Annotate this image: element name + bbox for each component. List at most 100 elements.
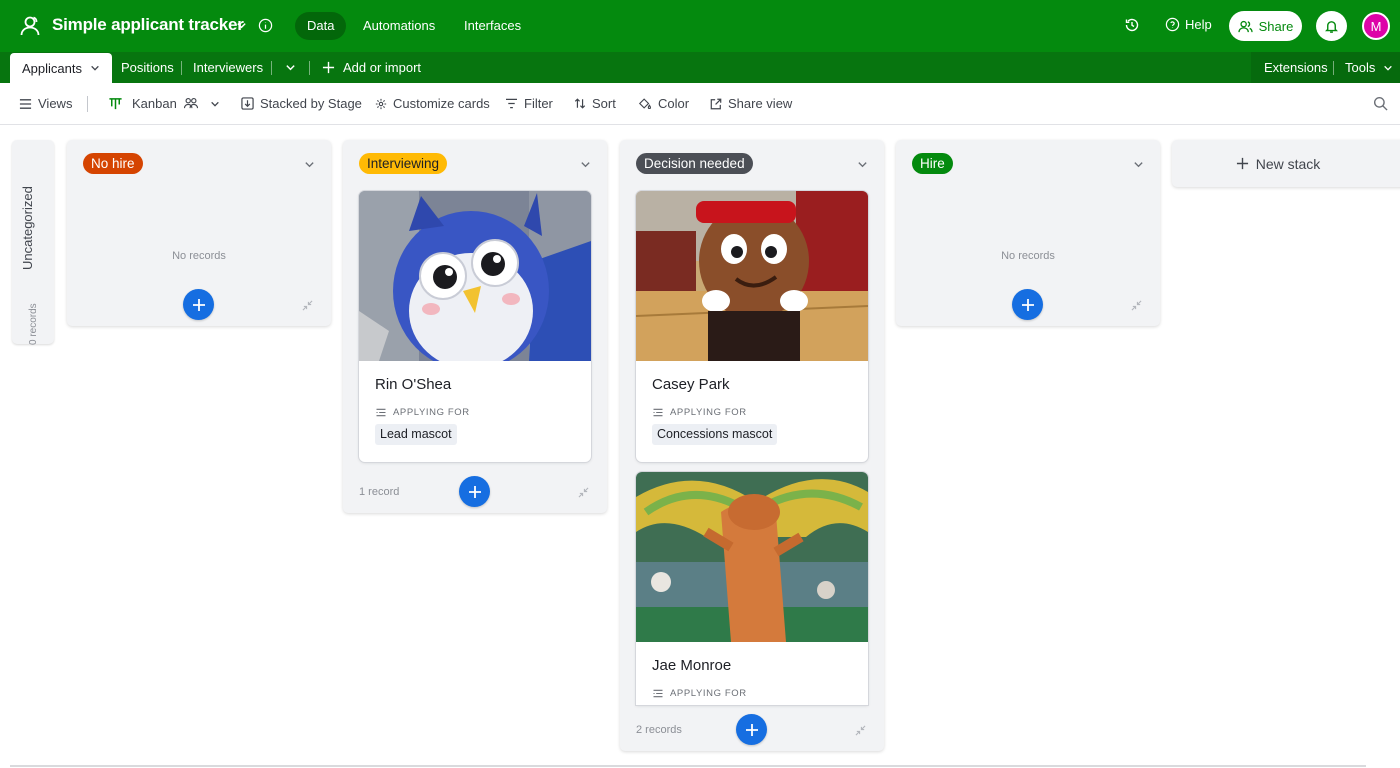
record-card[interactable]: Casey Park APPLYING FOR Concessions masc… (636, 191, 868, 462)
chevron-down-icon[interactable] (857, 157, 868, 175)
stack-no-hire: No hire No records (67, 140, 331, 326)
sort-icon (574, 98, 586, 109)
base-title[interactable]: Simple applicant tracker (52, 15, 244, 35)
collapse-icon[interactable] (1131, 298, 1142, 316)
record-card[interactable]: Jae Monroe APPLYING FOR (636, 472, 868, 705)
menu-icon (19, 98, 32, 109)
plus-icon (745, 723, 758, 736)
uncategorized-label: Uncategorized (20, 186, 35, 270)
tab-positions[interactable]: Positions (121, 52, 174, 83)
share-button[interactable]: Share (1229, 11, 1302, 41)
card-title: Jae Monroe (652, 657, 732, 674)
share-view-label: Share view (728, 96, 793, 111)
plus-icon (1021, 298, 1034, 311)
table-tabs: Applicants Positions Interviewers Add or… (0, 52, 1400, 83)
card-field-label: APPLYING FOR (375, 407, 470, 418)
info-icon[interactable] (258, 18, 273, 38)
view-toolbar: Views Kanban Stacked by Stage Customize … (0, 83, 1400, 125)
collapse-icon[interactable] (578, 485, 589, 503)
record-card[interactable]: Rin O'Shea APPLYING FOR Lead mascot (359, 191, 591, 462)
sort-label: Sort (592, 96, 616, 111)
nav-interfaces[interactable]: Interfaces (452, 12, 533, 40)
help-button[interactable]: Help (1165, 17, 1212, 32)
app-header: Simple applicant tracker Data Automation… (0, 0, 1400, 52)
view-switcher[interactable]: Kanban (108, 96, 220, 111)
new-stack-button[interactable]: New stack (1172, 140, 1400, 187)
stacked-by-button[interactable]: Stacked by Stage (241, 96, 362, 111)
chevron-down-icon (211, 101, 219, 107)
plus-icon (468, 485, 481, 498)
uncategorized-stack[interactable]: Uncategorized 0 records (12, 140, 54, 345)
add-record-button[interactable] (736, 714, 767, 745)
stack-field-icon (241, 97, 254, 110)
nav-data[interactable]: Data (295, 12, 347, 40)
card-field-label: APPLYING FOR (652, 688, 747, 699)
tab-interviewers[interactable]: Interviewers (193, 52, 263, 83)
plus-icon (322, 61, 335, 74)
share-label: Share (1258, 18, 1294, 34)
customize-cards-button[interactable]: Customize cards (375, 96, 490, 111)
collapse-icon[interactable] (855, 723, 866, 741)
stack-decision-needed-badge: Decision needed (636, 153, 753, 174)
linked-record-chip[interactable]: Lead mascot (375, 424, 457, 445)
tools-label: Tools (1345, 60, 1376, 75)
card-title: Rin O'Shea (375, 376, 452, 393)
tools-button[interactable]: Tools (1345, 52, 1393, 83)
history-icon[interactable] (1124, 17, 1140, 38)
kanban-icon (109, 97, 122, 109)
collapse-icon[interactable] (302, 298, 313, 316)
nav-automations[interactable]: Automations (351, 12, 447, 40)
color-label: Color (658, 96, 690, 111)
chevron-down-icon[interactable] (580, 157, 591, 175)
base-logo-icon[interactable] (18, 14, 42, 38)
tab-applicants[interactable]: Applicants (10, 53, 112, 83)
stack-record-count: 1 record (359, 486, 400, 498)
tab-divider (309, 61, 310, 75)
chevron-down-icon[interactable] (304, 157, 315, 175)
sort-button[interactable]: Sort (574, 96, 616, 111)
add-or-import-button[interactable]: Add or import (322, 52, 421, 83)
help-label: Help (1185, 17, 1212, 32)
tab-applicants-label: Applicants (22, 60, 82, 76)
stack-interviewing-badge: Interviewing (359, 153, 448, 174)
share-view-button[interactable]: Share view (710, 96, 792, 111)
search-icon[interactable] (1373, 96, 1388, 116)
notifications-button[interactable] (1316, 11, 1347, 41)
stack-interviewing: Interviewing Rin O'Shea APPLYING FOR Lea… (343, 140, 607, 513)
paint-bucket-icon (638, 98, 651, 110)
views-button[interactable]: Views (19, 96, 72, 111)
extensions-button[interactable]: Extensions (1264, 52, 1328, 83)
add-record-button[interactable] (1012, 289, 1043, 320)
card-field-label-text: APPLYING FOR (393, 407, 470, 418)
chevron-down-icon (91, 65, 99, 71)
plus-icon (192, 298, 205, 311)
filter-button[interactable]: Filter (505, 96, 553, 111)
add-record-button[interactable] (183, 289, 214, 320)
new-stack-label: New stack (1255, 155, 1321, 172)
chevron-down-icon (1384, 65, 1393, 71)
chevron-down-icon[interactable] (1133, 157, 1144, 175)
color-button[interactable]: Color (638, 96, 689, 111)
help-icon (1165, 17, 1180, 32)
empty-stack-text: No records (1001, 250, 1055, 262)
add-record-button[interactable] (459, 476, 490, 507)
linked-record-icon (653, 689, 663, 698)
stack-decision-needed: Decision needed Casey Park APPLYING FOR … (620, 140, 884, 751)
right-tabs: Extensions Tools (1251, 52, 1400, 83)
kanban-board: Uncategorized 0 records No hire No recor… (0, 126, 1400, 768)
bell-icon (1325, 20, 1338, 33)
users-icon (1237, 20, 1253, 32)
gear-icon (375, 98, 387, 109)
horizontal-scrollbar[interactable] (10, 765, 1366, 767)
linked-record-icon (376, 408, 386, 417)
avatar[interactable]: M (1362, 12, 1390, 40)
linked-record-chip[interactable]: Concessions mascot (652, 424, 778, 445)
chevron-down-icon[interactable] (236, 18, 247, 36)
card-field-label-text: APPLYING FOR (670, 688, 747, 699)
card-field-label-text: APPLYING FOR (670, 407, 747, 418)
card-title: Casey Park (652, 376, 730, 393)
card-attachment-image (359, 191, 591, 361)
more-tables-chevron-icon[interactable] (285, 62, 296, 73)
stacked-by-label: Stacked by Stage (260, 96, 362, 111)
toolbar-divider (87, 96, 88, 112)
